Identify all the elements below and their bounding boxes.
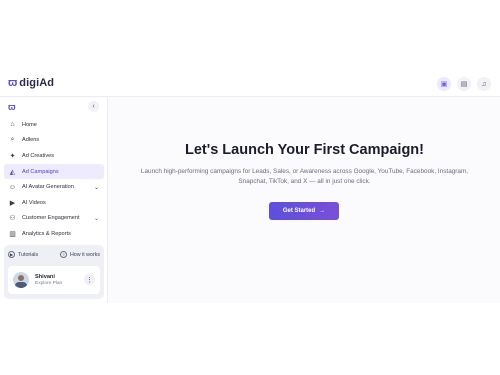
sidebar-nav: ⌂ Home ⌕ Adlens ✦ Ad Creatives ◭ Ad Campaigns ☺ A… [4,117,104,242]
main-content: Let's Launch Your First Campaign! Launch… [109,98,500,303]
tutorials-label: Tutorials [18,251,39,258]
chevron-down-icon[interactable]: ⌄ [94,215,99,222]
collapse-sidebar-button[interactable]: ‹ [88,101,99,112]
sidebar-item-label: Home [22,121,37,128]
how-it-works-label: How it works [69,251,100,258]
sidebar-item-label: Ad Campaigns [22,168,59,175]
sidebar-item-label: Adlens [22,137,40,144]
top-actions: ▣ ▤ ♫ [437,77,491,91]
user-name: Shivani [35,274,55,280]
sidebar-item-ad-creatives[interactable]: ✦ Ad Creatives [4,148,104,164]
sidebar-item-label: AI Avatar Generation [22,184,74,191]
page-title: Let's Launch Your First Campaign! [185,142,424,158]
how-it-works-link[interactable]: ? How it works [59,251,100,258]
user-info: Shivani Explore Plan [35,274,62,286]
avatar-icon: ☺ [8,183,17,191]
page-subtitle: Launch high-performing campaigns for Lea… [140,168,469,185]
sidebar: ϖ ‹ ⌂ Home ⌕ Adlens ✦ Ad Creatives ◭ Ad Campaig… [0,98,108,303]
sidebar-item-analytics-reports[interactable]: ▥ Analytics & Reports [4,226,104,242]
question-icon: ? [59,251,67,258]
get-started-button[interactable]: Get Started → [269,202,339,220]
top-bar: ϖ digiAd ▣ ▤ ♫ [0,72,500,97]
sidebar-item-label: Analytics & Reports [22,230,71,237]
chevron-down-icon[interactable]: ⌄ [94,184,99,191]
users-icon: ⚇ [9,215,16,223]
brand-name: digiAd [19,77,55,89]
sidebar-item-label: Ad Creatives [22,152,55,159]
user-plan: Explore Plan [35,281,63,286]
megaphone-icon: ◭ [9,168,16,176]
sidebar-item-label: AI Videos [22,199,46,206]
home-icon: ⌂ [10,121,15,129]
sidebar-logo-icon[interactable]: ϖ [8,102,16,112]
sidebar-item-ai-avatar-generation[interactable]: ☺ AI Avatar Generation ⌄ [4,179,104,195]
brand-logo[interactable]: ϖ digiAd [8,77,54,89]
sidebar-item-home[interactable]: ⌂ Home [4,117,104,133]
sidebar-item-ad-campaigns[interactable]: ◭ Ad Campaigns [4,163,104,180]
app-window: ϖ digiAd ▣ ▤ ♫ ϖ ‹ ⌂ Home ⌕ Adlens ✦ Ad Creat… [0,72,500,303]
get-started-label: Get Started [282,208,316,214]
gallery-icon[interactable]: ▣ [437,77,451,91]
bell-icon[interactable]: ♫ [477,77,491,91]
play-circle-icon: ▶ [8,251,15,258]
chart-icon: ▥ [9,230,16,238]
logo-mark-icon: ϖ [8,77,18,89]
sidebar-item-ai-videos[interactable]: ▶ AI Videos [4,195,104,211]
user-card[interactable]: Shivani Explore Plan ⋮ [8,266,100,294]
avatar [13,272,29,288]
more-options-icon[interactable]: ⋮ [84,274,95,285]
sidebar-item-adlens[interactable]: ⌕ Adlens [4,133,104,149]
sidebar-item-label: Customer Engagement [22,215,80,222]
tutorials-link[interactable]: ▶ Tutorials [8,251,38,258]
help-panel: ▶ Tutorials ? How it works Shivani Explo… [4,245,104,299]
chat-icon[interactable]: ▤ [457,77,471,91]
arrow-right-icon: → [319,208,326,214]
sidebar-item-customer-engagement[interactable]: ⚇ Customer Engagement ⌄ [4,211,104,227]
sparkle-icon: ✦ [9,152,16,160]
video-icon: ▶ [9,199,16,207]
search-icon: ⌕ [10,136,15,144]
sidebar-header: ϖ ‹ [0,98,107,116]
help-links: ▶ Tutorials ? How it works [8,251,100,258]
